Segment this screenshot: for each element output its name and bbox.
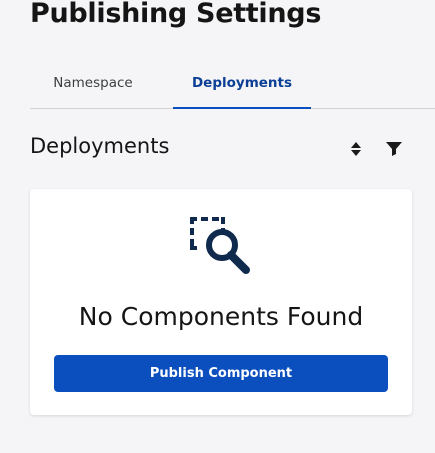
page-title: Publishing Settings <box>30 0 322 29</box>
empty-state-title: No Components Found <box>78 302 364 331</box>
tab-deployments-label: Deployments <box>191 75 293 91</box>
empty-state-card: No Components Found Publish Component <box>30 189 412 415</box>
tab-deployments[interactable]: Deployments <box>173 58 311 109</box>
tab-bar: Namespace Deployments <box>30 58 435 109</box>
filter-icon[interactable] <box>384 139 404 159</box>
tab-namespace-label: Namespace <box>53 75 133 91</box>
publish-component-button[interactable]: Publish Component <box>54 355 388 392</box>
publishing-settings-page: Publishing Settings Namespace Deployment… <box>0 0 435 453</box>
active-tab-indicator <box>173 107 311 109</box>
sort-icon[interactable] <box>347 139 365 159</box>
search-icon <box>190 217 250 274</box>
section-title: Deployments <box>30 134 170 158</box>
tab-namespace[interactable]: Namespace <box>30 58 156 108</box>
